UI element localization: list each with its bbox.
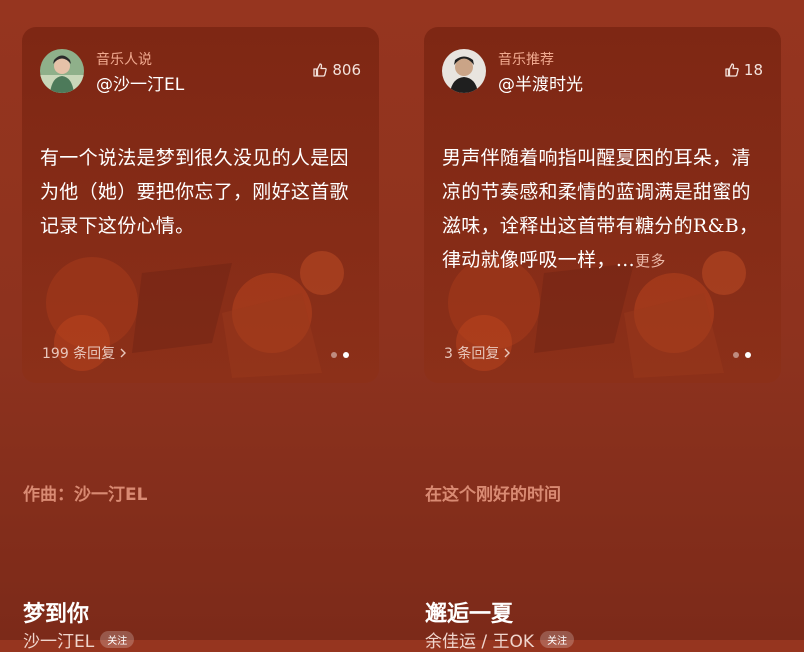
song-info-line: 在这个刚好的时间 — [425, 485, 561, 505]
page-dot-active[interactable] — [745, 352, 751, 358]
more-link[interactable]: 更多 — [635, 252, 666, 270]
like-button[interactable]: 806 — [312, 61, 361, 79]
comment-card-2[interactable]: 音乐推荐 @半渡时光 18 男声伴随着响指叫醒夏困的耳朵，清凉的节奏感和柔情的蓝… — [424, 27, 781, 383]
avatar[interactable] — [442, 49, 486, 93]
song-info-line: 作曲：沙一汀EL — [23, 485, 148, 505]
thumbs-up-icon — [725, 63, 739, 77]
replies-count: 3 条回复 — [444, 346, 500, 362]
song-title[interactable]: 梦到你 — [23, 596, 89, 628]
thumbs-up-icon — [313, 63, 328, 77]
replies-link[interactable]: 199 条回复 — [42, 343, 127, 363]
replies-count: 199 条回复 — [42, 346, 116, 362]
card-header: 音乐人说 @沙一汀EL 806 — [40, 47, 361, 95]
comment-text[interactable]: 男声伴随着响指叫醒夏困的耳朵，清凉的节奏感和柔情的蓝调满是甜蜜的滋味，诠释出这首… — [442, 141, 763, 278]
comment-card-1[interactable]: 音乐人说 @沙一汀EL 806 有一个说法是梦到很久没见的人是因为他（她）要把你… — [22, 27, 379, 383]
card-header: 音乐推荐 @半渡时光 18 — [442, 47, 763, 95]
pagination-dots — [331, 352, 349, 358]
comment-text-content: 男声伴随着响指叫醒夏困的耳朵，清凉的节奏感和柔情的蓝调满是甜蜜的滋味，诠释出这首… — [442, 147, 759, 271]
comment-source-label: 音乐推荐 — [498, 52, 554, 68]
avatar[interactable] — [40, 49, 84, 93]
comment-source-label: 音乐人说 — [96, 52, 152, 68]
page-dot[interactable] — [331, 352, 337, 358]
replies-link[interactable]: 3 条回复 — [444, 343, 511, 363]
like-count: 18 — [743, 61, 763, 79]
chevron-right-icon — [120, 348, 127, 358]
comment-username[interactable]: @半渡时光 — [498, 70, 583, 95]
comment-text[interactable]: 有一个说法是梦到很久没见的人是因为他（她）要把你忘了，刚好这首歌记录下这份心情。 — [40, 141, 361, 243]
like-button[interactable]: 18 — [724, 61, 763, 79]
song-title[interactable]: 邂逅一夏 — [425, 596, 513, 628]
chevron-right-icon — [504, 348, 511, 358]
page-dot-active[interactable] — [343, 352, 349, 358]
comment-username[interactable]: @沙一汀EL — [96, 70, 184, 95]
page-dot[interactable] — [733, 352, 739, 358]
pagination-dots — [733, 352, 751, 358]
like-count: 806 — [332, 61, 361, 79]
